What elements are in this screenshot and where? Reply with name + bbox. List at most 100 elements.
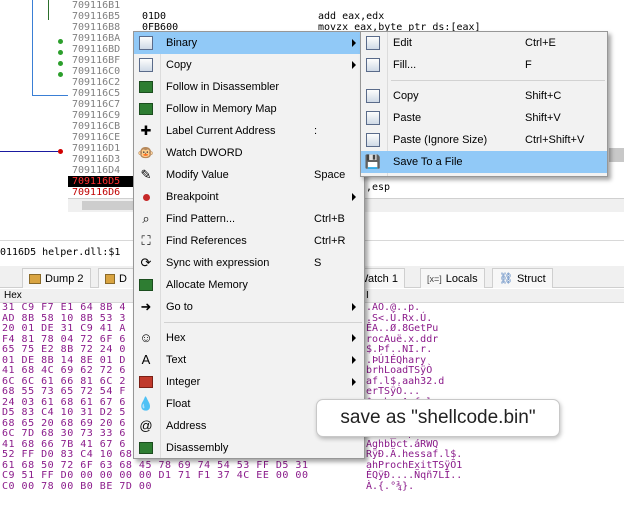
hex-bytes: 6C 7D 68 30 73 33 6 bbox=[2, 428, 126, 439]
disassembler-icon bbox=[138, 79, 154, 95]
hex-bytes: C0 00 78 00 B0 BE 7D 00 bbox=[2, 480, 152, 492]
edit-icon bbox=[365, 35, 381, 51]
menu-item-shortcut: Shift+V bbox=[525, 112, 561, 124]
hex-bytes: D5 83 C4 10 31 D2 5 bbox=[2, 407, 126, 418]
tab-label: Locals bbox=[445, 272, 478, 285]
breakpoint-dot[interactable] bbox=[58, 50, 63, 55]
hex-icon: ☺ bbox=[139, 330, 153, 345]
submenu-arrow-icon bbox=[352, 303, 356, 311]
tab-label: Dump 2 bbox=[45, 272, 84, 285]
tab-dump-2[interactable]: Dump 2 bbox=[22, 268, 91, 288]
menu-item-shortcut: Shift+C bbox=[525, 90, 562, 102]
submenu-arrow-icon bbox=[352, 378, 356, 386]
binoculars-icon: ⛶ bbox=[141, 233, 151, 248]
hex-bytes: 68 55 73 65 72 54 F bbox=[2, 386, 126, 397]
copy-icon bbox=[365, 88, 381, 104]
tab-dump-3[interactable]: D bbox=[98, 268, 134, 288]
address-cell[interactable]: 709116D1 bbox=[68, 143, 134, 154]
menu-item-integer[interactable]: Integer bbox=[134, 371, 364, 393]
breakpoint-dot[interactable] bbox=[58, 39, 63, 44]
address-cell[interactable]: 709116B8 bbox=[68, 22, 134, 33]
menu-item-text[interactable]: A Text bbox=[134, 349, 364, 371]
menu-item-follow-in-disassembler[interactable]: Follow in Disassembler bbox=[134, 76, 364, 98]
menu-item-go-to[interactable]: ➜ Go to bbox=[134, 296, 364, 318]
tab-label: Struct bbox=[516, 272, 546, 285]
address-cell[interactable]: 709116C0 bbox=[68, 66, 134, 77]
menu-item-follow-in-memory-map[interactable]: Follow in Memory Map bbox=[134, 98, 364, 120]
breakpoint-dot[interactable] bbox=[58, 149, 63, 154]
menu-item-paste[interactable]: Paste Shift+V bbox=[361, 107, 607, 129]
menu-item-shortcut: Ctrl+E bbox=[525, 37, 556, 49]
locals-icon: [x=] bbox=[427, 273, 442, 284]
menu-item-modify-value[interactable]: ✎ Modify Value Space bbox=[134, 164, 364, 186]
float-icon: 💧 bbox=[137, 396, 155, 411]
menu-item-fill[interactable]: Fill... F bbox=[361, 54, 607, 76]
menu-item-label: Hex bbox=[166, 332, 186, 344]
menu-item-binary[interactable]: Binary bbox=[134, 32, 364, 54]
menu-item-label: Follow in Memory Map bbox=[166, 103, 277, 115]
address-cell[interactable]: 709116B5 bbox=[68, 11, 134, 22]
menu-item-label: Find Pattern... bbox=[166, 213, 236, 225]
menu-item-label: Save To a File bbox=[393, 156, 463, 168]
address-cell[interactable]: 709116C2 bbox=[68, 77, 134, 88]
menu-item-label: Paste bbox=[393, 112, 422, 124]
dump-icon bbox=[29, 273, 41, 284]
annotation-tooltip: save as "shellcode.bin" bbox=[316, 399, 560, 437]
ascii-text: ÊA..Ø.8GetPu bbox=[366, 323, 439, 334]
menu-item-paste-ignore-size[interactable]: Paste (Ignore Size) Ctrl+Shift+V bbox=[361, 129, 607, 151]
address-cell[interactable]: 709116CE bbox=[68, 132, 134, 143]
menu-item-edit[interactable]: Edit Ctrl+E bbox=[361, 32, 607, 54]
dump-row[interactable]: C0 00 78 00 B0 BE 7D 00 À.{.°¾}. bbox=[0, 480, 624, 493]
menu-item-find-references[interactable]: ⛶ Find References Ctrl+R bbox=[134, 230, 364, 252]
breakpoint-dot[interactable] bbox=[58, 61, 63, 66]
menu-item-shortcut: : bbox=[314, 125, 318, 137]
instruction-cell: ,esp bbox=[366, 182, 391, 193]
menu-item-sync-with-expression[interactable]: ⟳ Sync with expression S bbox=[134, 252, 364, 274]
tab-label: D bbox=[119, 272, 127, 285]
address-cell[interactable]: 709116D4 bbox=[68, 165, 134, 176]
menu-item-breakpoint[interactable]: Breakpoint bbox=[134, 186, 364, 208]
menu-item-hex[interactable]: ☺ Hex bbox=[134, 327, 364, 349]
address-cell[interactable]: 709116B1 bbox=[68, 0, 134, 11]
current-ip-arrow bbox=[0, 151, 58, 152]
address-cell[interactable]: 709116CB bbox=[68, 121, 134, 132]
breakpoint-dot[interactable] bbox=[58, 72, 63, 77]
address-cell[interactable]: 709116C9 bbox=[68, 110, 134, 121]
address-cell[interactable]: 709116C7 bbox=[68, 99, 134, 110]
menu-item-watch-dword[interactable]: 🐵 Watch DWORD bbox=[134, 142, 364, 164]
menu-item-shortcut: Ctrl+R bbox=[314, 235, 346, 247]
address-cell[interactable]: 709116BF bbox=[68, 55, 134, 66]
address-cell[interactable]: 709116D5 bbox=[68, 176, 134, 187]
menu-item-allocate-memory[interactable]: Allocate Memory bbox=[134, 274, 364, 296]
address-cell[interactable]: 709116BD bbox=[68, 44, 134, 55]
instruction-column: add eax,edx movzx eax,byte ptr ds:[eax] bbox=[318, 0, 481, 33]
menu-item-copy[interactable]: Copy bbox=[134, 54, 364, 76]
address-cell[interactable]: 709116D3 bbox=[68, 154, 134, 165]
dump-row[interactable]: C9 51 FF D0 00 00 00 00 D1 71 F1 37 4C E… bbox=[0, 470, 624, 482]
menu-item-label-current-address[interactable]: ✚ Label Current Address: bbox=[134, 120, 364, 142]
scrollbar-segment[interactable] bbox=[609, 148, 624, 162]
menu-item-find-pattern[interactable]: ⌕ Find Pattern... Ctrl+B bbox=[134, 208, 364, 230]
menu-separator bbox=[134, 318, 364, 327]
watch-icon: 🐵 bbox=[137, 145, 155, 160]
address-cell[interactable]: 709116D6 bbox=[68, 187, 134, 198]
address-icon: @ bbox=[139, 418, 153, 433]
paste-icon bbox=[365, 110, 381, 126]
context-menu: Binary Copy Follow in Disassembler Follow i… bbox=[133, 31, 365, 459]
tab-locals[interactable]: [x=] Locals bbox=[420, 268, 485, 288]
menu-item-label: Fill... bbox=[393, 59, 417, 71]
menu-item-copy[interactable]: Copy Shift+C bbox=[361, 85, 607, 107]
menu-item-shortcut: Space bbox=[314, 169, 346, 181]
address-cell[interactable]: 709116C5 bbox=[68, 88, 134, 99]
address-cell[interactable]: 709116BA bbox=[68, 33, 134, 44]
find-pattern-icon: ⌕ bbox=[142, 211, 150, 226]
menu-item-label: Paste (Ignore Size) bbox=[393, 134, 488, 146]
menu-item-save-to-a-file[interactable]: 💾 Save To a File bbox=[361, 151, 607, 173]
tab-struct[interactable]: ⛓ Struct bbox=[492, 268, 553, 288]
menu-item-disassembly[interactable]: Disassembly bbox=[134, 437, 364, 459]
hex-bytes: 65 75 E2 8B 72 24 0 bbox=[2, 344, 126, 355]
menu-item-label: Copy bbox=[393, 90, 419, 102]
menu-separator bbox=[361, 76, 607, 85]
pencil-icon: ✎ bbox=[140, 167, 152, 182]
menu-item-shortcut: Ctrl+Shift+V bbox=[525, 134, 585, 146]
